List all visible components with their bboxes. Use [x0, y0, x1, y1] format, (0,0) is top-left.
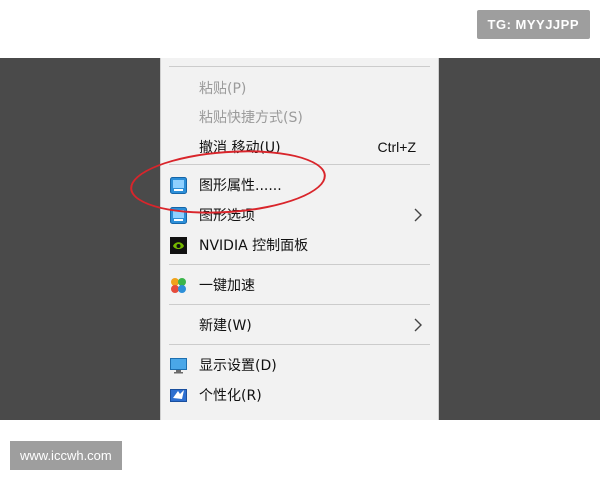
menu-item-paste-shortcut: 粘贴快捷方式(S) — [161, 102, 438, 132]
chevron-right-icon — [414, 318, 422, 332]
menu-item-paste: 粘贴(P) — [161, 73, 438, 103]
menu-item-label: 粘贴快捷方式(S) — [199, 110, 303, 126]
menu-item-display-settings[interactable]: 显示设置(D) — [161, 350, 438, 380]
menu-item-personalize[interactable]: 个性化(R) — [161, 380, 438, 410]
menu-item-label: 新建(W) — [199, 318, 252, 334]
menu-separator — [169, 304, 430, 305]
menu-item-nvidia-control-panel[interactable]: NVIDIA 控制面板 — [161, 230, 438, 260]
menu-item-label: 一键加速 — [199, 278, 255, 294]
speedup-icon — [171, 278, 186, 293]
menu-item-label: NVIDIA 控制面板 — [199, 238, 309, 254]
menu-item-label: 个性化(R) — [199, 388, 262, 404]
menu-separator — [169, 264, 430, 265]
watermark-badge-bottom: www.iccwh.com — [10, 441, 122, 470]
menu-separator — [169, 344, 430, 345]
chevron-right-icon — [414, 208, 422, 222]
menu-item-label: 粘贴(P) — [199, 81, 247, 97]
nvidia-icon — [170, 237, 187, 254]
desktop-context-menu: 粘贴(P) 粘贴快捷方式(S) 撤消 移动(U) Ctrl+Z 图形属性....… — [160, 58, 439, 420]
menu-separator — [169, 66, 430, 67]
menu-item-new[interactable]: 新建(W) — [161, 310, 438, 340]
watermark-badge-top: TG: MYYJJPP — [476, 10, 590, 39]
display-icon — [170, 358, 187, 374]
shortcut-label: Ctrl+Z — [377, 139, 417, 155]
personalize-icon — [170, 389, 187, 402]
menu-item-one-key-speedup[interactable]: 一键加速 — [161, 270, 438, 300]
menu-item-label: 显示设置(D) — [199, 358, 277, 374]
